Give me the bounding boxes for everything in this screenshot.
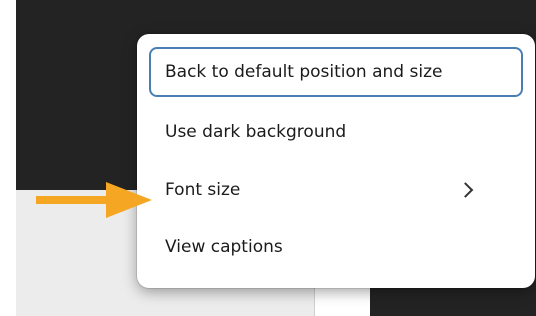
menu-item-view-captions[interactable]: View captions (149, 222, 523, 272)
menu-item-font-size[interactable]: Font size (149, 165, 523, 215)
screenshot-stage: Back to default position and size Use da… (0, 0, 536, 316)
context-menu: Back to default position and size Use da… (137, 34, 535, 288)
arrow-right-icon (36, 182, 152, 218)
menu-item-back-to-default[interactable]: Back to default position and size (149, 47, 523, 97)
menu-item-label: View captions (165, 237, 283, 257)
menu-item-label: Back to default position and size (165, 62, 443, 82)
menu-item-label: Font size (165, 180, 241, 200)
chevron-right-icon (457, 182, 474, 198)
menu-item-use-dark-background[interactable]: Use dark background (149, 107, 523, 157)
menu-item-label: Use dark background (165, 122, 347, 142)
